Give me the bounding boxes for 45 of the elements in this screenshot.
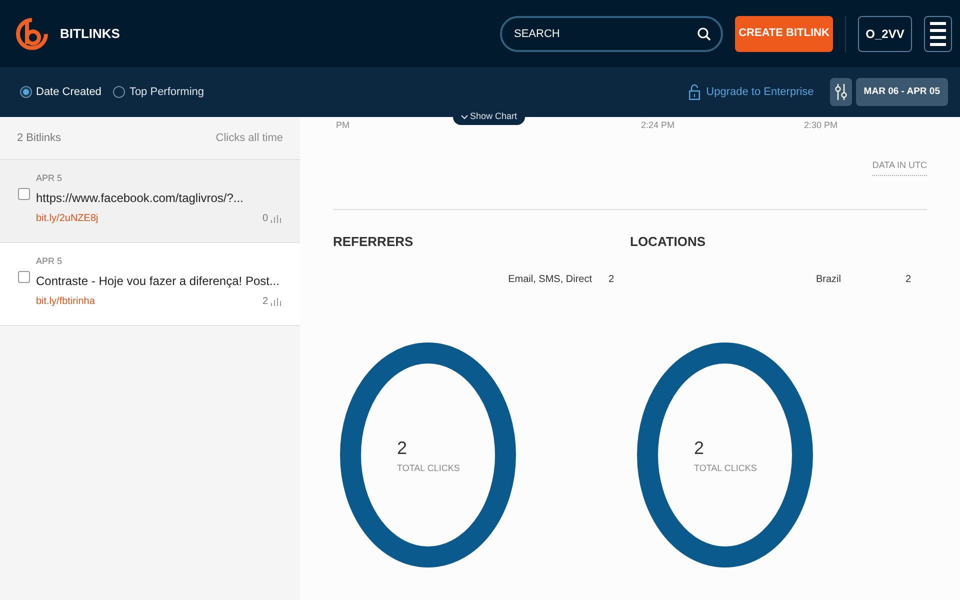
clicks-heading: Clicks all time (216, 130, 283, 146)
menu-icon[interactable] (924, 16, 952, 52)
chevron-icon (461, 114, 468, 120)
click-count: 2 (262, 294, 268, 308)
utc-note: DATA IN UTC (872, 159, 927, 176)
bitlink-row[interactable]: APR 5 Contraste - Hoje vou fazer a diferença! Post... bit.ly/fbtirinha 2 (0, 243, 300, 326)
search-field[interactable]: SEARCH (500, 16, 723, 52)
row-value: 2 (904, 273, 911, 287)
short-link[interactable]: bit.ly/2uNZE8j (36, 210, 98, 226)
panel-title: REFERRERS (333, 232, 414, 250)
total-value: 2 (397, 437, 408, 460)
checkbox[interactable] (18, 271, 30, 283)
short-link[interactable]: bit.ly/fbtirinha (36, 294, 95, 308)
row-label: Email, SMS, Direct (508, 273, 592, 287)
lock-icon (689, 84, 700, 100)
bar-chart-icon (271, 214, 283, 222)
row-value: 2 (607, 273, 614, 287)
bitlink-count: 2 Bitlinks (17, 130, 62, 146)
account-button[interactable]: O_2VV (858, 16, 912, 52)
logo-icon[interactable] (16, 16, 48, 52)
total-label: TOTAL CLICKS (397, 462, 460, 475)
radio-label[interactable]: Top Performing (129, 84, 204, 100)
search-icon[interactable] (697, 26, 711, 40)
checkbox[interactable] (18, 188, 30, 200)
bar-chart-icon (271, 296, 283, 306)
axis-label: PM (336, 119, 350, 132)
click-count: 0 (262, 212, 268, 226)
radio-button[interactable] (20, 86, 32, 98)
axis-label: 2:30 PM (804, 119, 838, 132)
bitlink-date: APR 5 (36, 172, 64, 185)
bitlink-date: APR 5 (36, 255, 64, 268)
total-label: TOTAL CLICKS (694, 462, 757, 475)
bitlink-title[interactable]: https://www.facebook.com/taglivros/?... (36, 188, 283, 206)
upgrade-link[interactable]: Upgrade to Enterprise (706, 84, 814, 100)
panel-title: LOCATIONS (630, 232, 707, 250)
radio-label[interactable]: Date Created (36, 84, 102, 100)
row-label: Brazil (816, 273, 841, 287)
total-value: 2 (694, 437, 706, 460)
bitlink-title[interactable]: Contraste - Hoje vou fazer a diferença! Post... (36, 272, 283, 290)
radio-button[interactable] (113, 86, 126, 98)
bitlink-row[interactable]: APR 5 https://www.facebook.com/taglivros/?... bit.ly/2uNZE8j 0 (0, 160, 300, 243)
page-title: BITLINKS (60, 24, 120, 43)
filter-icon[interactable] (830, 78, 852, 106)
date-range-button[interactable]: MAR 06 - APR 05 (856, 78, 948, 106)
axis-label: 2:24 PM (641, 119, 675, 132)
